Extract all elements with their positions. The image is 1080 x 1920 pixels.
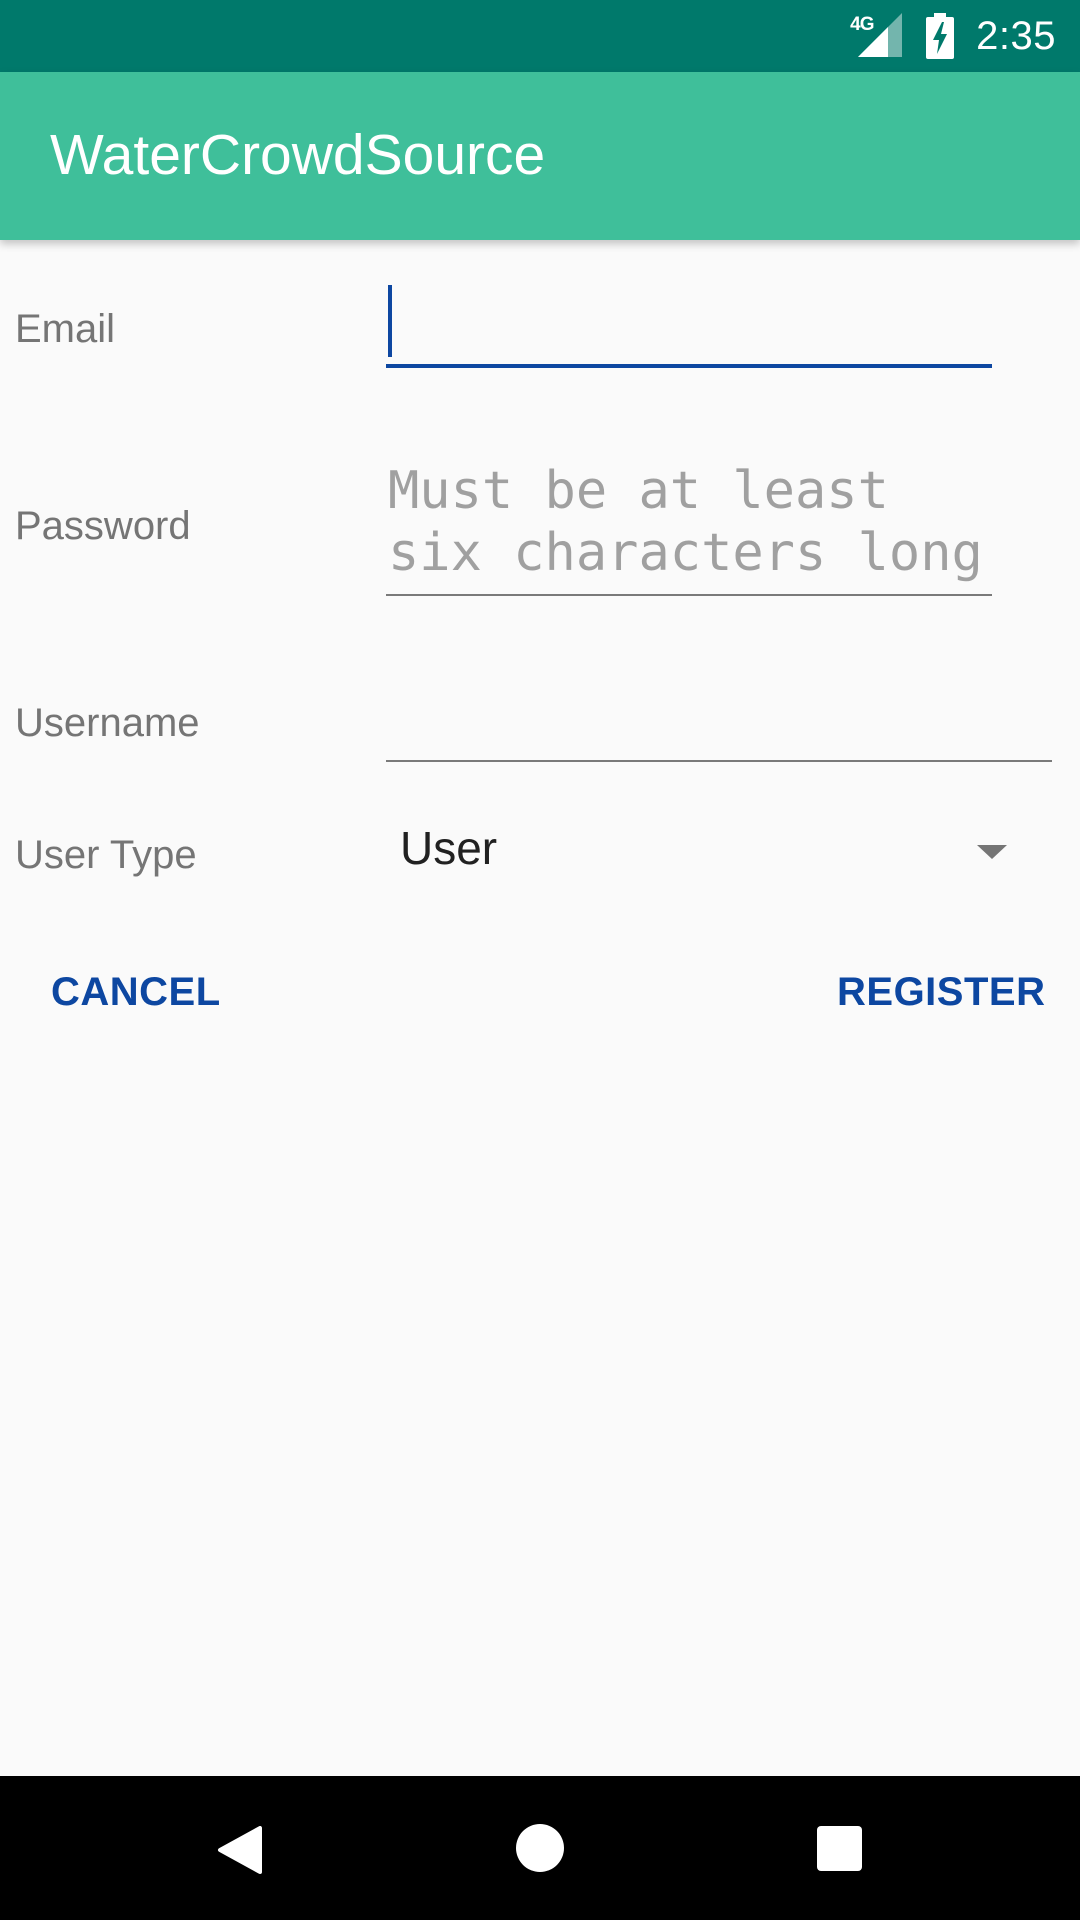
cell-signal-icon: 4G bbox=[848, 13, 904, 59]
password-placeholder: Must be at least six characters long bbox=[388, 461, 983, 583]
username-label: Username bbox=[15, 701, 200, 745]
battery-charging-icon bbox=[926, 13, 955, 59]
cancel-button[interactable]: CANCEL bbox=[51, 972, 221, 1012]
username-field[interactable] bbox=[386, 680, 1052, 762]
nav-back-icon[interactable] bbox=[216, 1826, 262, 1879]
text-cursor bbox=[388, 285, 392, 357]
email-field[interactable] bbox=[386, 282, 992, 368]
user-type-dropdown[interactable]: User bbox=[386, 815, 1026, 891]
register-screen: 4G 2:35 WaterCrowdSource Email Password … bbox=[0, 0, 1080, 1920]
network-type-label: 4G bbox=[850, 14, 874, 35]
app-bar: WaterCrowdSource bbox=[0, 72, 1080, 240]
email-label: Email bbox=[15, 307, 116, 351]
user-type-label: User Type bbox=[15, 833, 197, 877]
user-type-selected: User bbox=[400, 822, 498, 874]
navigation-bar bbox=[0, 1776, 1080, 1920]
dropdown-arrow-icon bbox=[977, 845, 1007, 859]
app-title: WaterCrowdSource bbox=[50, 123, 546, 187]
nav-home-icon[interactable] bbox=[516, 1824, 564, 1872]
nav-recents-icon[interactable] bbox=[817, 1826, 862, 1871]
status-time: 2:35 bbox=[976, 13, 1056, 58]
status-bar: 4G 2:35 bbox=[0, 0, 1080, 72]
status-icons: 4G 2:35 bbox=[848, 0, 1056, 72]
register-button[interactable]: REGISTER bbox=[837, 972, 1045, 1012]
password-label: Password bbox=[15, 504, 191, 548]
